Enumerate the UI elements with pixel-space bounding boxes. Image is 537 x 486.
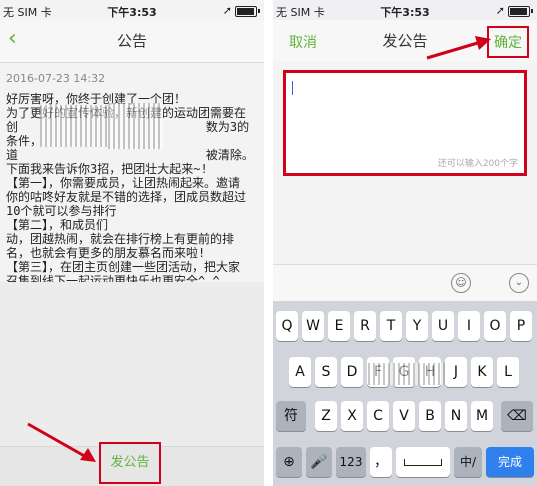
key-p[interactable]: P <box>510 311 532 341</box>
key-i[interactable]: I <box>458 311 480 341</box>
key-l[interactable]: L <box>497 357 519 387</box>
page-title: 公告 <box>116 32 147 50</box>
microphone-icon[interactable]: 🎤 <box>306 447 332 477</box>
key-c[interactable]: C <box>367 401 389 431</box>
key-r[interactable]: R <box>354 311 376 341</box>
key-k[interactable]: K <box>471 357 493 387</box>
key-e[interactable]: E <box>328 311 350 341</box>
key-a[interactable]: A <box>289 357 311 387</box>
emoji-icon[interactable]: ☺ <box>451 273 471 293</box>
notice-date: 2016-07-23 14:32 <box>6 72 106 85</box>
mosaic-overlay <box>108 103 163 149</box>
symbol-key[interactable]: 符 <box>276 401 306 431</box>
text-caret <box>292 81 293 95</box>
key-y[interactable]: Y <box>406 311 428 341</box>
screen-divider <box>264 0 273 486</box>
notice-editor[interactable]: 还可以输入200个字 <box>283 70 527 176</box>
delete-key[interactable]: ⌫ <box>501 401 533 431</box>
key-z[interactable]: Z <box>315 401 337 431</box>
annotation-arrow-icon <box>426 36 491 60</box>
input-toolbar: ☺ ⌄ <box>273 264 537 302</box>
number-key[interactable]: 123 <box>336 447 366 477</box>
battery-icon: ➚ <box>223 4 260 17</box>
key-m[interactable]: M <box>471 401 493 431</box>
keyboard: Q W E R T Y U I O P A S D F G H J K L 符 … <box>273 301 537 486</box>
navigation-bar: ‹ 公告 <box>0 20 264 63</box>
key-d[interactable]: D <box>341 357 363 387</box>
char-limit-hint: 还可以输入200个字 <box>437 159 518 169</box>
key-w[interactable]: W <box>302 311 324 341</box>
comma-key[interactable]: ， <box>370 447 392 477</box>
key-j[interactable]: J <box>445 357 467 387</box>
key-b[interactable]: B <box>419 401 441 431</box>
key-s[interactable]: S <box>315 357 337 387</box>
chevron-down-icon[interactable]: ⌄ <box>509 273 529 293</box>
post-notice-screen: 无 SIM 卡 下午3:53 ➚ 取消 发公告 确定 还可以输入200个字 ☺ … <box>273 0 537 486</box>
key-v[interactable]: V <box>393 401 415 431</box>
mosaic-overlay <box>40 105 110 147</box>
key-q[interactable]: Q <box>276 311 298 341</box>
mosaic-overlay <box>368 363 448 385</box>
space-key[interactable] <box>396 447 450 477</box>
notice-detail-screen: 无 SIM 卡 下午3:53 ➚ ‹ 公告 2016-07-23 14:32 好… <box>0 0 264 486</box>
key-u[interactable]: U <box>432 311 454 341</box>
globe-icon[interactable]: ⊕ <box>276 447 302 477</box>
status-bar: 无 SIM 卡 下午3:53 ➚ <box>0 0 264 20</box>
status-bar: 无 SIM 卡 下午3:53 ➚ <box>273 0 537 20</box>
post-notice-button[interactable]: 发公告 <box>99 442 161 484</box>
key-o[interactable]: O <box>484 311 506 341</box>
done-key[interactable]: 完成 <box>486 447 534 477</box>
key-t[interactable]: T <box>380 311 402 341</box>
key-n[interactable]: N <box>445 401 467 431</box>
battery-icon: ➚ <box>496 4 533 17</box>
key-x[interactable]: X <box>341 401 363 431</box>
navigation-bar: 取消 发公告 确定 <box>273 20 537 63</box>
language-switch-key[interactable]: 中/ <box>454 447 482 477</box>
annotation-arrow-icon <box>27 422 96 462</box>
